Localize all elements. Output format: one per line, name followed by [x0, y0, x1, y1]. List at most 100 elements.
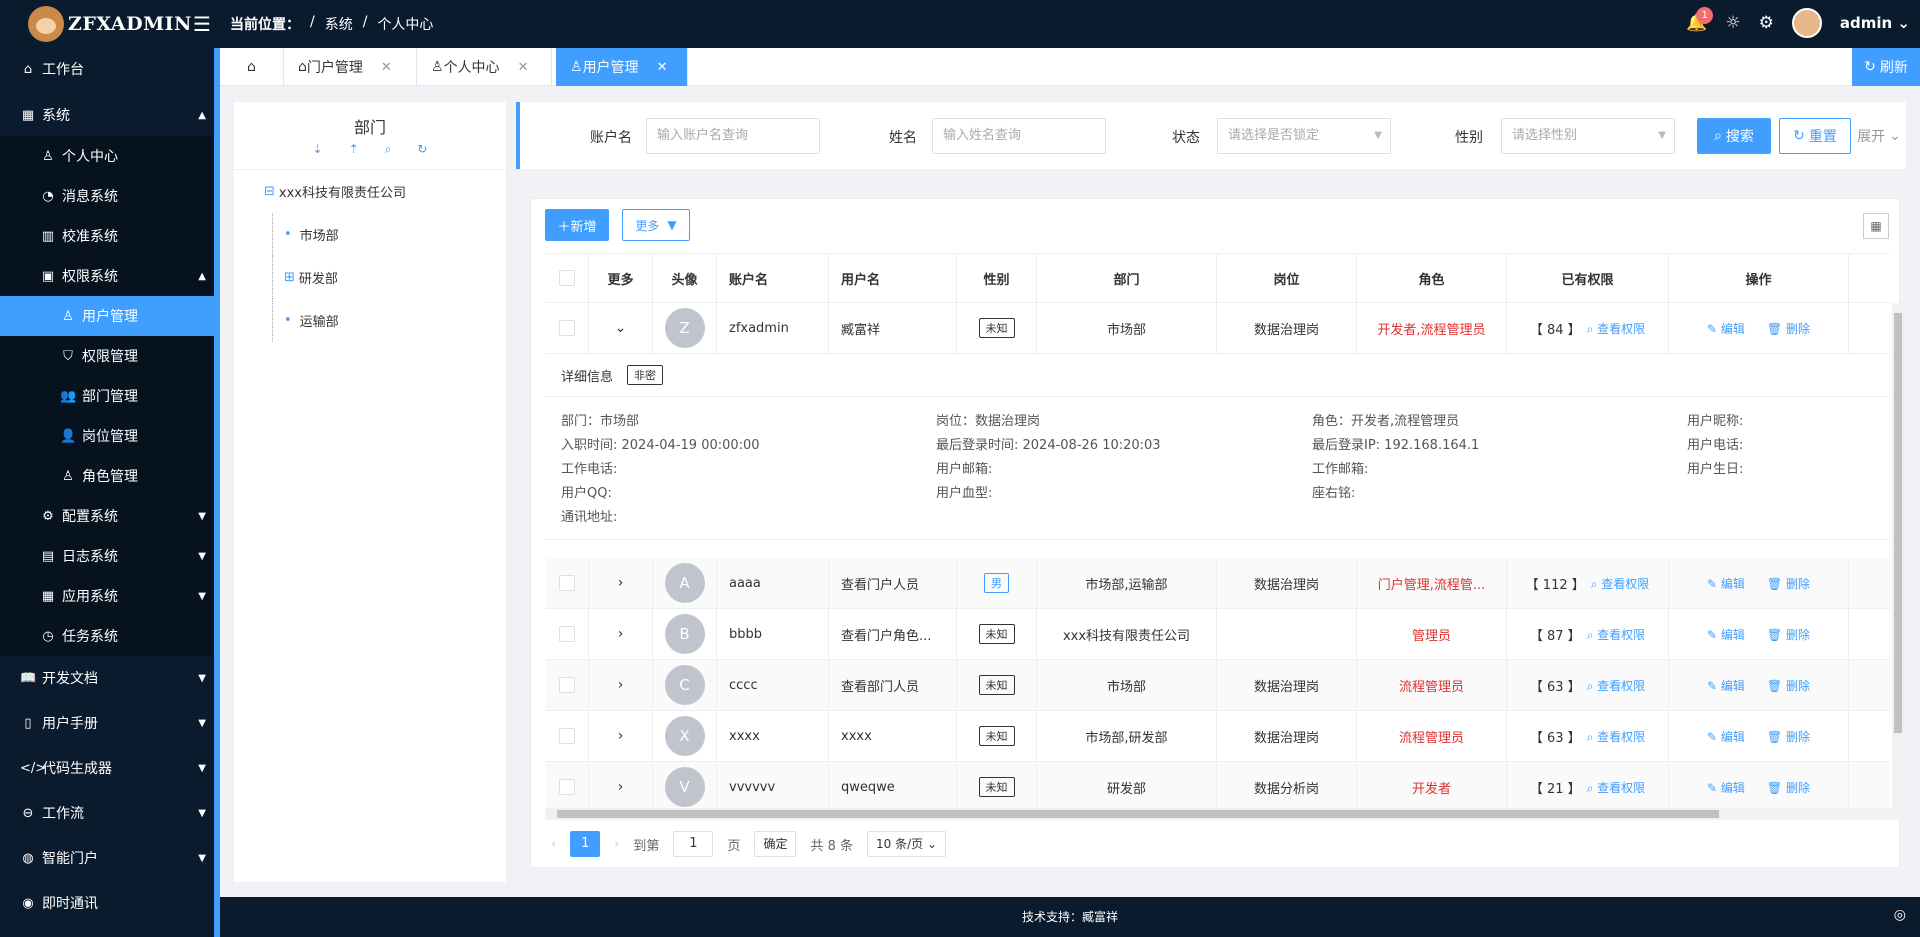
chevron-right-icon[interactable]: ›: [618, 575, 624, 591]
row-expand-cell[interactable]: ›: [589, 762, 653, 812]
user-avatar[interactable]: [1791, 8, 1822, 38]
row-expand-cell[interactable]: ›: [589, 711, 653, 761]
row-expand-cell[interactable]: ›: [589, 609, 653, 659]
sidebar-item-codegen[interactable]: </> 代码生成器 ▼: [0, 748, 214, 788]
menu-toggle-icon[interactable]: ☰: [191, 13, 213, 35]
prev-page-icon[interactable]: ‹: [551, 837, 556, 852]
table-row[interactable]: › Aaaaa 查看门户人员男市场部,运输部 数据治理岗 门户管理,流程管... 【 11…: [545, 558, 1890, 609]
page-number[interactable]: 1: [570, 831, 601, 857]
sidebar-item-task[interactable]: ◷ 任务系统: [0, 616, 214, 656]
select-all-checkbox[interactable]: [558, 270, 575, 286]
sidebar-item-dev-docs[interactable]: 📖 开发文档 ▼: [0, 658, 214, 698]
chevron-right-icon[interactable]: ›: [618, 677, 624, 693]
sort-up-icon[interactable]: ⇡: [349, 142, 359, 169]
table-row[interactable]: › Ccccc 查看部门人员 未知 市场部 数据治理岗 流程管理员 【 63 】 ⌕ 查看权限 ✎…: [545, 660, 1890, 711]
view-perm-link[interactable]: ⌕ 查看权限: [1587, 677, 1646, 694]
delete-button[interactable]: 🗑 删除: [1767, 677, 1810, 694]
edit-button[interactable]: ✎ 编辑: [1707, 677, 1745, 694]
page-input[interactable]: 1: [673, 831, 714, 857]
row-select-cell[interactable]: [545, 711, 589, 761]
row-checkbox[interactable]: [558, 626, 575, 642]
view-perm-link[interactable]: ⌕ 查看权限: [1587, 728, 1646, 745]
logo[interactable]: ZFXADMIN: [28, 6, 192, 42]
breadcrumb-item[interactable]: 系统: [325, 14, 353, 34]
collapse-icon[interactable]: ⊟: [264, 184, 275, 199]
user-menu[interactable]: admin ⌄: [1840, 14, 1910, 32]
close-icon[interactable]: ✕: [518, 60, 529, 75]
sidebar-item-message[interactable]: ◔ 消息系统: [0, 176, 214, 216]
notification-bell-icon[interactable]: 🔔 1: [1686, 7, 1714, 33]
account-input[interactable]: 输入账户名查询: [646, 118, 820, 154]
table-horizontal-scrollbar[interactable]: [545, 808, 1904, 820]
sidebar-item-role-manage[interactable]: ♙ 角色管理: [0, 456, 214, 496]
table-row[interactable]: ⌄ Zzfxadmin 臧富祥 未知 市场部 数据治理岗 开发者,流程管理员 【 84 】 ⌕ …: [545, 303, 1890, 354]
refresh-button[interactable]: ↻ 刷新: [1852, 48, 1920, 86]
sidebar-item-system[interactable]: ▦ 系统 ▲: [0, 95, 214, 135]
tab-home[interactable]: ⌂: [220, 48, 284, 86]
row-checkbox[interactable]: [558, 677, 575, 693]
row-expand-cell[interactable]: ⌄: [589, 303, 653, 353]
chevron-right-icon[interactable]: ›: [618, 626, 624, 642]
sidebar-item-user-manual[interactable]: ▯ 用户手册 ▼: [0, 703, 214, 743]
sidebar-item-post-manage[interactable]: 👤 岗位管理: [0, 416, 214, 456]
sex-select[interactable]: 请选择性别 ▼: [1501, 118, 1675, 154]
sidebar-scrollbar[interactable]: [214, 52, 217, 872]
table-row[interactable]: › Xxxxx xxxx 未知 市场部,研发部 数据治理岗 流程管理员 【 63 】 ⌕ 查看权…: [545, 711, 1890, 762]
row-expand-cell[interactable]: ›: [589, 558, 653, 608]
tree-node-rd[interactable]: ⊞ 研发部: [264, 256, 506, 299]
edit-button[interactable]: ✎ 编辑: [1707, 320, 1745, 337]
table-row[interactable]: › Bbbbb 查看门户角色... 未知 xxx科技有限责任公司 管理员 【 87 】 ⌕ 查…: [545, 609, 1890, 660]
table-row[interactable]: › Vvvvvvv qweqwe 未知 研发部 数据分析岗 开发者 【 21 】 ⌕ 查看权限 ✎…: [545, 762, 1890, 813]
search-button[interactable]: ⌕ 搜索: [1697, 118, 1771, 154]
row-select-cell[interactable]: [545, 558, 589, 608]
select-all-cell[interactable]: [545, 254, 589, 302]
row-checkbox[interactable]: [558, 575, 575, 591]
delete-button[interactable]: 🗑 删除: [1767, 728, 1810, 745]
expand-toggle[interactable]: 展开 ⌄: [1856, 118, 1902, 154]
delete-button[interactable]: 🗑 删除: [1767, 626, 1810, 643]
sidebar-item-calibration[interactable]: ▥ 校准系统: [0, 216, 214, 256]
sidebar-item-perm-manage[interactable]: ⛉ 权限管理: [0, 336, 214, 376]
name-input[interactable]: 输入姓名查询: [932, 118, 1106, 154]
delete-button[interactable]: 🗑 删除: [1767, 575, 1810, 592]
row-checkbox[interactable]: [558, 728, 575, 744]
chevron-right-icon[interactable]: ›: [618, 779, 624, 795]
chat-icon[interactable]: ◎: [1894, 907, 1906, 923]
sidebar-item-app[interactable]: ▦ 应用系统 ▼: [0, 576, 214, 616]
tab-user-manage[interactable]: ♙ 用户管理 ✕: [556, 48, 688, 86]
edit-button[interactable]: ✎ 编辑: [1707, 728, 1745, 745]
sidebar-item-workbench[interactable]: ⌂ 工作台: [0, 49, 214, 89]
search-icon[interactable]: ⌕: [385, 142, 392, 169]
page-size-select[interactable]: 10 条/页 ⌄: [867, 831, 947, 857]
close-icon[interactable]: ✕: [657, 60, 668, 75]
sidebar-item-log[interactable]: ▤ 日志系统 ▼: [0, 536, 214, 576]
sidebar-item-permission-system[interactable]: ▣ 权限系统 ▲: [0, 256, 214, 296]
view-perm-link[interactable]: ⌕ 查看权限: [1587, 779, 1646, 796]
status-select[interactable]: 请选择是否锁定 ▼: [1217, 118, 1391, 154]
row-checkbox[interactable]: [558, 779, 575, 795]
table-vertical-scrollbar[interactable]: [1892, 303, 1904, 808]
row-select-cell[interactable]: [545, 609, 589, 659]
close-icon[interactable]: ✕: [381, 60, 392, 75]
edit-button[interactable]: ✎ 编辑: [1707, 779, 1745, 796]
tab-profile[interactable]: ♙ 个人中心 ✕: [417, 48, 552, 86]
tree-node-company[interactable]: ⊟ xxx科技有限责任公司: [264, 170, 506, 213]
row-select-cell[interactable]: [545, 660, 589, 710]
sidebar-item-profile[interactable]: ♙ 个人中心: [0, 136, 214, 176]
settings-gear-icon[interactable]: ⚙: [1759, 13, 1774, 33]
row-select-cell[interactable]: [545, 762, 589, 812]
sidebar-item-workflow[interactable]: ⊖ 工作流 ▼: [0, 793, 214, 833]
chevron-down-icon[interactable]: ⌄: [615, 320, 627, 336]
tab-portal-manage[interactable]: ⌂ 门户管理 ✕: [284, 48, 417, 86]
theme-sun-icon[interactable]: ☼: [1725, 13, 1740, 33]
row-expand-cell[interactable]: ›: [589, 660, 653, 710]
sidebar-item-config[interactable]: ⚙ 配置系统 ▼: [0, 496, 214, 536]
sidebar-item-user-manage[interactable]: ♙ 用户管理: [0, 296, 214, 336]
breadcrumb-item[interactable]: 个人中心: [377, 14, 433, 34]
tree-node-transport[interactable]: • 运输部: [264, 299, 506, 342]
reset-button[interactable]: ↻ 重置: [1779, 118, 1851, 154]
row-select-cell[interactable]: [545, 303, 589, 353]
next-page-icon[interactable]: ›: [614, 837, 619, 852]
view-perm-link[interactable]: ⌕ 查看权限: [1587, 320, 1646, 337]
sidebar-item-im[interactable]: ◉ 即时通讯: [0, 883, 214, 923]
